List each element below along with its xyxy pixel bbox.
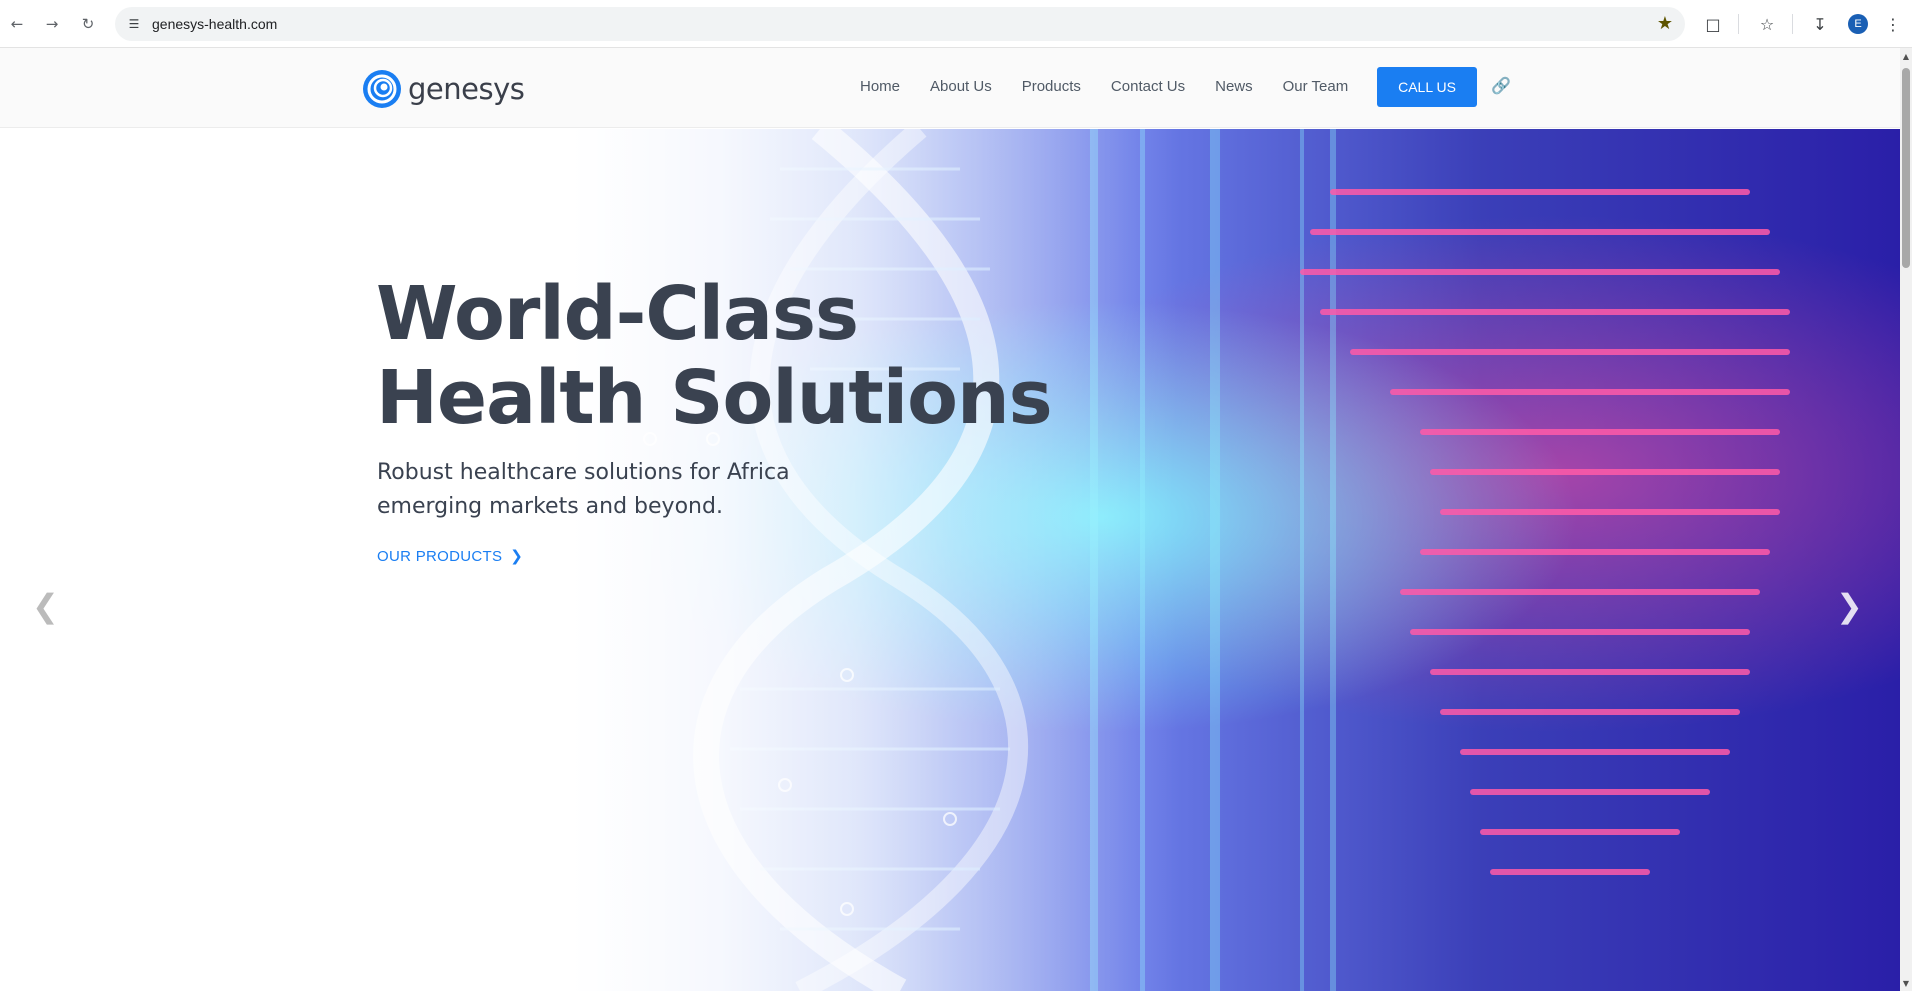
url-text[interactable]: genesys-health.com [152,16,277,32]
hero-title-line-1: World-Class [376,271,859,357]
reload-button[interactable]: ↻ [76,12,100,36]
page-scrollbar[interactable]: ▲ ▼ [1900,48,1912,991]
nav-news[interactable]: News [1215,78,1253,95]
carousel-next-arrow-icon[interactable]: ❯ [1836,587,1863,625]
logo-mark-icon [363,70,401,108]
extensions-icon[interactable]: □ [1701,12,1725,36]
scrollbar-thumb[interactable] [1902,68,1910,268]
scroll-down-arrow-icon[interactable]: ▼ [1901,977,1911,989]
logo-text: genesys [408,72,525,106]
nav-products[interactable]: Products [1022,78,1081,95]
site-header: genesys Home About Us Products Contact U… [0,48,1900,128]
toolbar-divider [1792,14,1793,34]
site-logo[interactable]: genesys [362,68,525,110]
our-products-link[interactable]: OUR PRODUCTS ❯ [377,547,523,565]
call-us-button[interactable]: CALL US [1377,67,1477,107]
bookmarks-icon[interactable]: ☆ [1755,12,1779,36]
hero-subtitle: Robust healthcare solutions for Africa e… [377,456,797,524]
menu-kebab-icon[interactable]: ⋮ [1881,12,1905,36]
main-nav: Home About Us Products Contact Us News O… [860,78,1348,95]
scroll-up-arrow-icon[interactable]: ▲ [1901,50,1911,62]
link-icon[interactable]: 🔗 [1491,76,1511,95]
nav-about-us[interactable]: About Us [930,78,992,95]
hero-title: World-Class Health Solutions [376,272,1076,440]
forward-button[interactable]: → [40,12,64,36]
profile-avatar[interactable]: E [1848,14,1868,34]
chevron-right-icon: ❯ [510,547,524,565]
hero-carousel: World-Class Health Solutions Robust heal… [0,129,1900,991]
hero-title-line-2: Health Solutions [376,355,1053,441]
browser-toolbar: ← → ↻ ☰ genesys-health.com ★ □ ☆ ↧ E ⋮ [0,0,1912,48]
site-info-icon[interactable]: ☰ [125,15,143,33]
toolbar-divider [1738,14,1739,34]
hero-fade-overlay [0,129,1900,991]
hero-subtitle-line-2: emerging markets and beyond. [377,494,723,519]
nav-our-team[interactable]: Our Team [1283,78,1349,95]
address-bar[interactable]: ☰ genesys-health.com ★ [115,7,1685,41]
our-products-label: OUR PRODUCTS [377,547,503,565]
hero-subtitle-line-1: Robust healthcare solutions for Africa [377,460,790,485]
nav-home[interactable]: Home [860,78,900,95]
carousel-prev-arrow-icon[interactable]: ❮ [32,587,59,625]
bookmark-star-icon[interactable]: ★ [1657,13,1673,34]
download-icon[interactable]: ↧ [1808,12,1832,36]
back-button[interactable]: ← [5,12,29,36]
nav-contact-us[interactable]: Contact Us [1111,78,1185,95]
